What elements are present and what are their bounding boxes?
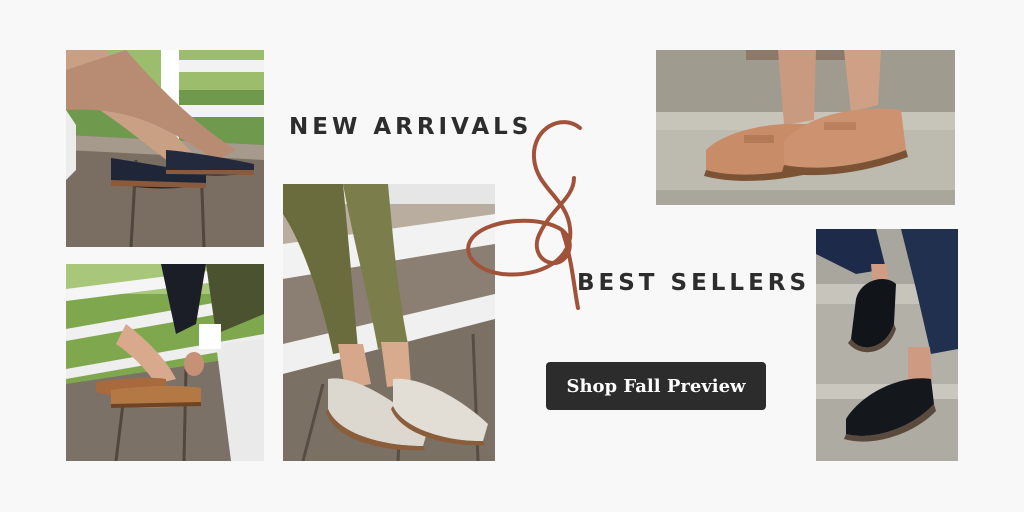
- shop-fall-preview-button[interactable]: Shop Fall Preview: [546, 362, 766, 410]
- product-photo-black-flats[interactable]: [816, 229, 958, 461]
- headline-best-sellers: BEST SELLERS: [577, 270, 811, 296]
- product-photo-tan-flats[interactable]: [66, 264, 264, 461]
- product-photo-tan-loafers[interactable]: [656, 50, 955, 205]
- product-photo-navy-flats[interactable]: [66, 50, 264, 247]
